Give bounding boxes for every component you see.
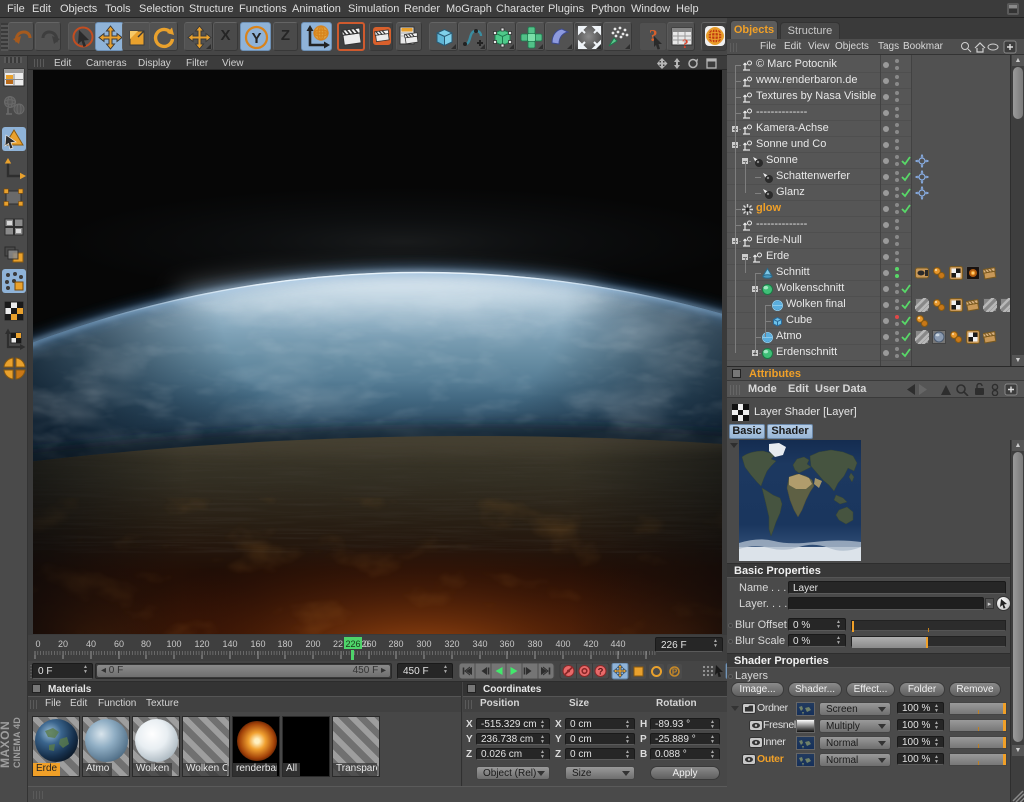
svg-text:20: 20 xyxy=(58,639,68,649)
svg-text:0: 0 xyxy=(364,639,369,649)
svg-text:340: 340 xyxy=(472,639,487,649)
svg-text:60: 60 xyxy=(114,639,124,649)
svg-text:226: 226 xyxy=(345,639,360,649)
svg-text:P: P xyxy=(672,668,678,677)
svg-text:120: 120 xyxy=(194,639,209,649)
svg-text:200: 200 xyxy=(305,639,320,649)
svg-text:160: 160 xyxy=(250,639,265,649)
svg-text:80: 80 xyxy=(141,639,151,649)
svg-text:280: 280 xyxy=(388,639,403,649)
svg-text:Y: Y xyxy=(251,30,261,47)
svg-text:0: 0 xyxy=(35,639,40,649)
svg-text:380: 380 xyxy=(527,639,542,649)
svg-text:40: 40 xyxy=(86,639,96,649)
svg-text:100: 100 xyxy=(166,639,181,649)
svg-text:360: 360 xyxy=(499,639,514,649)
svg-text:440: 440 xyxy=(610,639,625,649)
svg-text:?: ? xyxy=(682,36,689,51)
svg-text:320: 320 xyxy=(444,639,459,649)
svg-text:180: 180 xyxy=(277,639,292,649)
svg-text:140: 140 xyxy=(222,639,237,649)
svg-text:420: 420 xyxy=(583,639,598,649)
svg-text:?: ? xyxy=(598,667,604,678)
svg-text:300: 300 xyxy=(416,639,431,649)
svg-text:400: 400 xyxy=(555,639,570,649)
svg-text:22: 22 xyxy=(333,639,343,649)
